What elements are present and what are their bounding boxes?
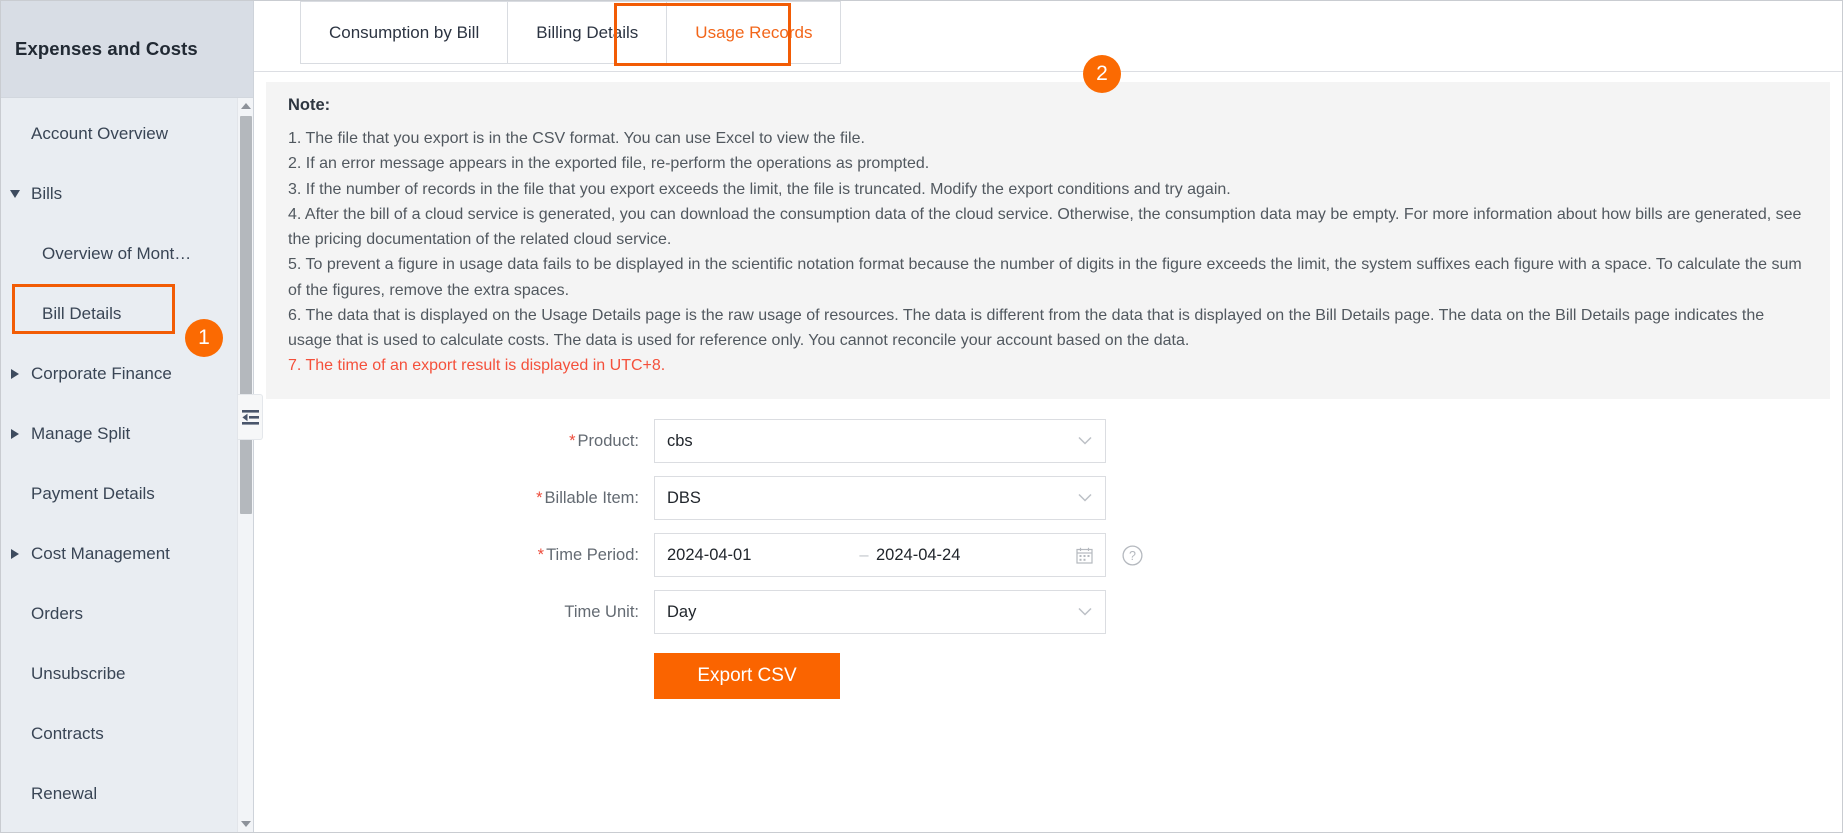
sidebar-item-contracts[interactable]: Contracts [1, 704, 253, 764]
sidebar-item-cost-management[interactable]: Cost Management [1, 524, 253, 584]
note-line-2: 2. If an error message appears in the ex… [288, 155, 930, 173]
billable-item-label: * Billable Item: [254, 489, 654, 508]
sidebar-scrollbar[interactable] [237, 98, 253, 832]
note-line-1: 1. The file that you export is in the CS… [288, 130, 865, 147]
sidebar-item-label: Bill Details [42, 304, 122, 323]
sidebar-item-overview-of-monthly-bills[interactable]: Overview of Mont… [1, 224, 253, 284]
sidebar-item-label: Renewal [31, 784, 98, 803]
sidebar-item-label: Overview of Mont… [42, 244, 192, 263]
tab-usage-records[interactable]: Usage Records [667, 1, 842, 64]
form-row-time-period: * Time Period: 2024-04-01 – 2024-04-24 ? [254, 533, 1842, 578]
time-unit-label-text: Time Unit: [564, 602, 639, 621]
note-line-4: 4. After the bill of a cloud service is … [288, 205, 1802, 249]
chevron-down-icon [1078, 603, 1092, 622]
chevron-down-icon [1078, 432, 1092, 451]
scroll-up-arrow-icon[interactable] [238, 98, 253, 114]
sidebar-item-unsubscribe[interactable]: Unsubscribe [1, 644, 253, 704]
tab-billing-details[interactable]: Billing Details [508, 1, 668, 64]
sidebar-item-label: Manage Split [31, 424, 131, 443]
note-line-6: 6. The data that is displayed on the Usa… [288, 306, 1765, 350]
sidebar-scroll-area: Account Overview Bills Overview of Mont…… [1, 98, 253, 832]
chevron-down-icon [8, 187, 22, 201]
svg-text:?: ? [1129, 549, 1136, 563]
billable-item-label-text: Billable Item: [544, 488, 639, 507]
main-content: Consumption by Bill Billing Details Usag… [254, 1, 1842, 832]
form-row-time-unit: Time Unit: Day [254, 590, 1842, 635]
export-form: * Product: cbs * Billable Item: DBS * Ti… [254, 399, 1842, 699]
time-period-label: * Time Period: [254, 546, 654, 565]
question-mark-icon[interactable]: ? [1122, 545, 1143, 566]
calendar-icon[interactable] [1076, 547, 1093, 564]
tab-label: Billing Details [536, 22, 639, 42]
time-period-daterange[interactable]: 2024-04-01 – 2024-04-24 [654, 533, 1106, 578]
time-unit-select[interactable]: Day [654, 590, 1106, 635]
required-asterisk-icon: * [537, 545, 545, 564]
date-range-separator: – [859, 545, 869, 564]
sidebar-item-manage-split[interactable]: Manage Split [1, 404, 253, 464]
sidebar-item-label: Bills [31, 184, 63, 203]
annotation-badge-1: 1 [185, 319, 223, 357]
end-date-input[interactable]: 2024-04-24 [876, 546, 1076, 565]
tab-label: Usage Records [695, 22, 813, 42]
sidebar-item-label: Account Overview [31, 124, 168, 143]
sidebar-header: Expenses and Costs [1, 1, 253, 98]
note-line-7-warning: 7. The time of an export result is displ… [288, 357, 666, 375]
sidebar-item-account-overview[interactable]: Account Overview [1, 104, 253, 164]
chevron-right-icon [8, 367, 22, 381]
tab-panel-usage-records: Note: 1. The file that you export is in … [254, 72, 1842, 832]
sidebar-item-payment-details[interactable]: Payment Details [1, 464, 253, 524]
sidebar-item-label: Orders [31, 604, 83, 623]
chevron-right-icon [8, 547, 22, 561]
sidebar-item-orders[interactable]: Orders [1, 584, 253, 644]
sidebar-item-label: Cost Management [31, 544, 170, 563]
sidebar-item-bills[interactable]: Bills [1, 164, 253, 224]
scrollbar-thumb[interactable] [240, 116, 252, 514]
sidebar-item-label: Unsubscribe [31, 664, 126, 683]
tab-label: Consumption by Bill [329, 22, 480, 42]
chevron-right-icon [8, 427, 22, 441]
form-row-export: Export CSV [254, 652, 1842, 699]
required-asterisk-icon: * [569, 431, 576, 450]
billable-item-select[interactable]: DBS [654, 476, 1106, 521]
note-line-3: 3. If the number of records in the file … [288, 180, 1231, 198]
page-root: Expenses and Costs Account Overview Bill… [0, 0, 1843, 833]
chevron-down-icon [1078, 489, 1092, 508]
time-period-label-text: Time Period: [546, 545, 639, 564]
billable-item-selected-value: DBS [667, 488, 701, 507]
product-label-text: Product: [577, 431, 639, 450]
start-date-input[interactable]: 2024-04-01 [667, 546, 852, 565]
required-asterisk-icon: * [536, 488, 543, 507]
note-panel: Note: 1. The file that you export is in … [266, 82, 1830, 399]
note-title: Note: [288, 96, 331, 114]
product-select[interactable]: cbs [654, 419, 1106, 464]
sidebar-nav-list: Account Overview Bills Overview of Mont…… [1, 98, 253, 824]
product-label: * Product: [254, 432, 654, 451]
tab-bar: Consumption by Bill Billing Details Usag… [254, 1, 1842, 72]
export-csv-button[interactable]: Export CSV [654, 652, 840, 699]
time-unit-selected-value: Day [667, 602, 697, 621]
sidebar-title: Expenses and Costs [15, 38, 198, 59]
tab-consumption-by-bill[interactable]: Consumption by Bill [300, 1, 509, 64]
time-unit-label: Time Unit: [254, 603, 654, 622]
sidebar-item-label: Contracts [31, 724, 104, 743]
note-line-5: 5. To prevent a figure in usage data fai… [288, 256, 1802, 299]
sidebar-item-renewal[interactable]: Renewal [1, 764, 253, 824]
form-row-product: * Product: cbs [254, 419, 1842, 464]
scroll-down-arrow-icon[interactable] [238, 816, 253, 832]
form-row-billable-item: * Billable Item: DBS [254, 476, 1842, 521]
sidebar-item-label: Corporate Finance [31, 364, 172, 383]
sidebar-item-label: Payment Details [31, 484, 155, 503]
collapse-sidebar-icon[interactable] [238, 394, 263, 440]
annotation-badge-2: 2 [1083, 55, 1121, 93]
sidebar: Expenses and Costs Account Overview Bill… [1, 1, 254, 832]
product-selected-value: cbs [667, 431, 693, 450]
